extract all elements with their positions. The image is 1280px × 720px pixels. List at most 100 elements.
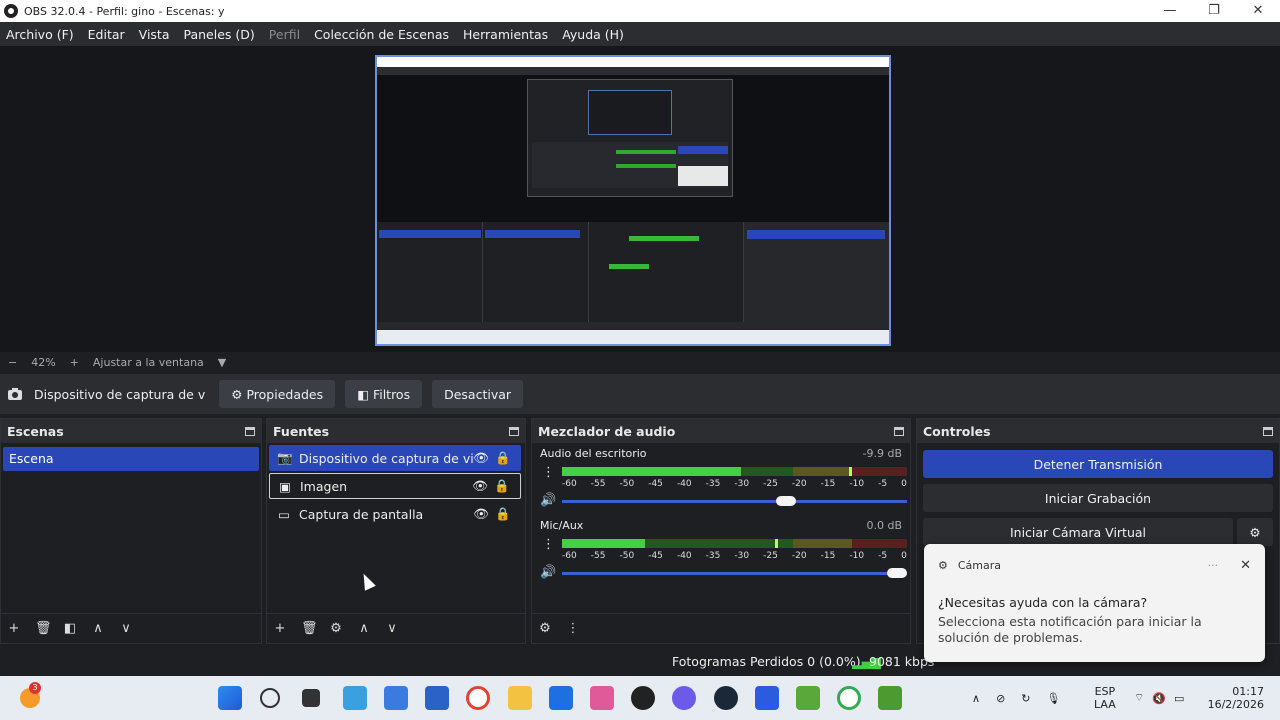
undock-icon[interactable] bbox=[1263, 426, 1273, 436]
source-item[interactable]: ▣ Imagen 👁 🔒 bbox=[269, 473, 521, 499]
zoom-out-button[interactable]: − bbox=[8, 356, 17, 369]
app-icon[interactable] bbox=[384, 686, 408, 710]
camera-notification[interactable]: ⚙ Cámara ··· ✕ ¿Necesitas ayuda con la c… bbox=[924, 544, 1265, 662]
minimize-button[interactable]: — bbox=[1148, 0, 1192, 22]
meter-tick-label: -30 bbox=[734, 551, 750, 561]
chrome-icon[interactable] bbox=[837, 686, 861, 710]
filters-button[interactable]: ◧ Filtros bbox=[345, 380, 423, 408]
sources-dock-header: Fuentes bbox=[267, 419, 525, 443]
menu-coleccion-escenas[interactable]: Colección de Escenas bbox=[314, 27, 449, 42]
microphone-icon[interactable]: 🎙 bbox=[1047, 692, 1061, 705]
scene-item[interactable]: Escena bbox=[3, 447, 259, 471]
store-icon[interactable] bbox=[425, 686, 449, 710]
zoom-dropdown-caret-icon[interactable]: ▼ bbox=[218, 356, 226, 369]
undock-icon[interactable] bbox=[894, 426, 904, 436]
channel-name: Audio del escritorio bbox=[540, 447, 647, 460]
maximize-button[interactable]: ❐ bbox=[1192, 0, 1236, 22]
eye-icon[interactable]: 👁 bbox=[472, 478, 488, 494]
obs-taskbar-icon[interactable] bbox=[631, 686, 655, 710]
vcam-row: Iniciar Cámara Virtual ⚙ bbox=[917, 518, 1279, 546]
scenes-dock-header: Escenas bbox=[1, 419, 261, 443]
close-icon[interactable]: ✕ bbox=[1240, 558, 1251, 573]
close-button[interactable]: ✕ bbox=[1236, 0, 1280, 22]
volume-slider-knob[interactable] bbox=[776, 496, 796, 506]
add-icon[interactable]: + bbox=[7, 621, 21, 636]
move-up-icon[interactable]: ∧ bbox=[357, 621, 371, 636]
properties-button[interactable]: ⚙ Propiedades bbox=[219, 380, 336, 408]
title-bar: OBS 32.0.4 - Perfil: gino - Escenas: y —… bbox=[0, 0, 1280, 22]
volume-slider[interactable] bbox=[562, 568, 907, 578]
minecraft-icon[interactable] bbox=[796, 686, 820, 710]
volume-meter bbox=[562, 467, 907, 476]
input-language[interactable]: ESP LAA bbox=[1094, 676, 1116, 720]
eye-icon[interactable]: 👁 bbox=[473, 450, 489, 466]
volume-slider-knob[interactable] bbox=[887, 568, 907, 578]
advanced-audio-gear-icon[interactable]: ⚙ bbox=[538, 621, 552, 636]
add-icon[interactable]: + bbox=[273, 621, 287, 636]
lock-icon[interactable]: 🔒 bbox=[495, 506, 511, 522]
meter-peak bbox=[775, 539, 778, 548]
start-recording-button[interactable]: Iniciar Grabación bbox=[923, 484, 1273, 512]
tray-sync-icon[interactable]: ↻ bbox=[1021, 692, 1030, 705]
volume-slider[interactable] bbox=[562, 496, 907, 506]
source-item[interactable]: 📷 Dispositivo de captura de video 👁 🔒 bbox=[269, 445, 521, 471]
source-item[interactable]: ▭ Captura de pantalla 👁 🔒 bbox=[269, 501, 521, 527]
tray-app-icon[interactable]: ⊘ bbox=[996, 692, 1005, 705]
outlook-icon[interactable] bbox=[549, 686, 573, 710]
menu-herramientas[interactable]: Herramientas bbox=[463, 27, 548, 42]
notification-app-name: Cámara bbox=[957, 559, 1002, 572]
undock-icon[interactable] bbox=[245, 426, 255, 436]
menu-perfil[interactable]: Perfil bbox=[269, 27, 300, 42]
lock-icon[interactable]: 🔒 bbox=[495, 450, 511, 466]
steam-icon[interactable] bbox=[714, 686, 738, 710]
menu-paneles[interactable]: Paneles (D) bbox=[184, 27, 255, 42]
filter-icon[interactable]: ◧ bbox=[63, 621, 77, 636]
start-windows-icon[interactable] bbox=[218, 686, 242, 710]
preview-nested-preview bbox=[588, 90, 672, 135]
undock-icon[interactable] bbox=[509, 426, 519, 436]
move-up-icon[interactable]: ∧ bbox=[91, 621, 105, 636]
fit-window-label[interactable]: Ajustar a la ventana bbox=[93, 356, 204, 369]
gear-icon[interactable]: ⚙ bbox=[329, 621, 343, 636]
notification-header: ⚙ Cámara ··· ✕ bbox=[924, 544, 1265, 573]
menu-vista[interactable]: Vista bbox=[139, 27, 170, 42]
menu-bar: Archivo (F) Editar Vista Paneles (D) Per… bbox=[0, 22, 1280, 46]
zoom-in-button[interactable]: + bbox=[70, 356, 79, 369]
move-down-icon[interactable]: ∨ bbox=[119, 621, 133, 636]
stop-stream-button[interactable]: Detener Transmisión bbox=[923, 450, 1273, 478]
task-view-icon[interactable] bbox=[302, 689, 320, 707]
meter-tick-label: 0 bbox=[901, 479, 907, 489]
start-virtual-camera-button[interactable]: Iniciar Cámara Virtual bbox=[923, 518, 1233, 546]
kebab-menu-icon[interactable]: ⋮ bbox=[566, 621, 580, 636]
trash-icon[interactable]: 🗑 bbox=[301, 621, 318, 636]
trash-icon[interactable]: 🗑 bbox=[35, 621, 52, 636]
google-icon[interactable] bbox=[466, 686, 490, 710]
minecraft-icon[interactable] bbox=[878, 686, 902, 710]
speaker-icon[interactable]: 🔊 bbox=[540, 493, 556, 508]
eye-icon[interactable]: 👁 bbox=[473, 506, 489, 522]
preview-nested-meter bbox=[609, 264, 649, 269]
deactivate-button[interactable]: Desactivar bbox=[432, 380, 524, 408]
folder-icon[interactable] bbox=[508, 686, 532, 710]
virtual-camera-settings-gear-icon[interactable]: ⚙ bbox=[1237, 518, 1273, 546]
more-options-icon[interactable]: ··· bbox=[1208, 559, 1219, 572]
discord-icon[interactable] bbox=[672, 686, 696, 710]
window-title: OBS 32.0.4 - Perfil: gino - Escenas: y bbox=[24, 4, 225, 18]
search-icon[interactable] bbox=[260, 688, 280, 708]
kebab-menu-icon[interactable]: ⋮ bbox=[542, 537, 555, 552]
tray-overflow-icon[interactable]: ∧ bbox=[972, 692, 980, 705]
lock-icon[interactable]: 🔒 bbox=[494, 478, 510, 494]
copilot-icon[interactable] bbox=[590, 686, 614, 710]
preview-canvas[interactable] bbox=[375, 55, 891, 346]
clock[interactable]: 01:17 16/2/2026 bbox=[1206, 676, 1264, 720]
menu-editar[interactable]: Editar bbox=[88, 27, 125, 42]
quick-settings[interactable]: ⌔ 🔇 ▭ bbox=[1134, 676, 1184, 720]
menu-ayuda[interactable]: Ayuda (H) bbox=[562, 27, 624, 42]
menu-archivo[interactable]: Archivo (F) bbox=[6, 27, 74, 42]
move-down-icon[interactable]: ∨ bbox=[385, 621, 399, 636]
app-icon[interactable] bbox=[755, 686, 779, 710]
edge-icon[interactable] bbox=[343, 686, 367, 710]
preview-nested-scene-item bbox=[379, 230, 481, 238]
kebab-menu-icon[interactable]: ⋮ bbox=[542, 465, 555, 480]
speaker-icon[interactable]: 🔊 bbox=[540, 565, 556, 580]
